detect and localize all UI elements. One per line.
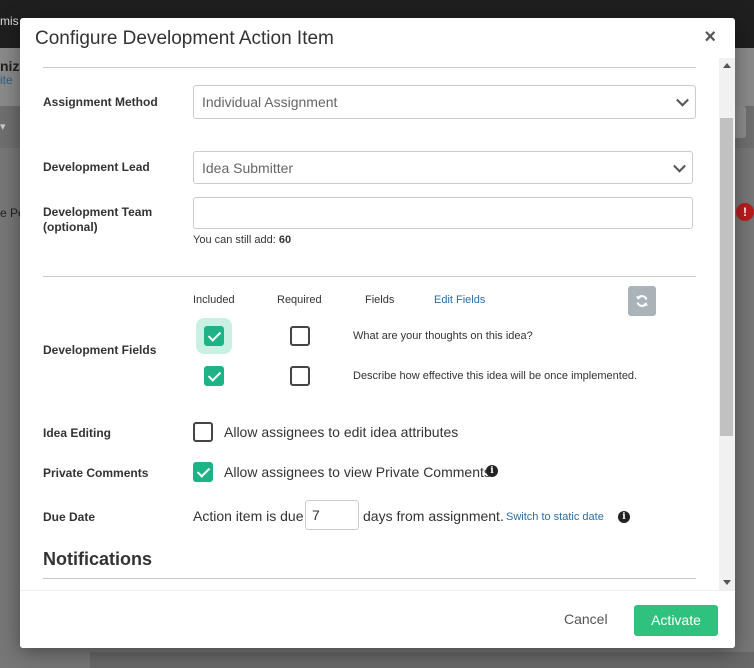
assignment-method-label: Assignment Method: [43, 95, 158, 109]
cancel-button[interactable]: Cancel: [564, 611, 608, 627]
close-icon[interactable]: ×: [704, 27, 716, 47]
field-2-required-checkbox[interactable]: [290, 366, 310, 386]
modal-footer: Cancel Activate: [20, 590, 735, 648]
col-included-header: Included: [193, 294, 235, 306]
divider: [43, 276, 696, 277]
background-link: ite: [0, 73, 13, 87]
divider: [43, 578, 696, 579]
development-team-label: Development Team (optional): [43, 205, 153, 234]
background-bottom: [90, 652, 754, 668]
scroll-down-icon[interactable]: [723, 580, 731, 585]
chevron-down-icon: [673, 159, 686, 173]
idea-editing-checkbox[interactable]: [193, 422, 213, 442]
remaining-count-text: You can still add: 60: [193, 234, 292, 246]
field-1-text: What are your thoughts on this idea?: [353, 330, 533, 342]
field-1-required-checkbox[interactable]: [290, 326, 310, 346]
idea-editing-label: Idea Editing: [43, 426, 112, 440]
assignment-method-select[interactable]: Individual Assignment: [193, 85, 696, 119]
private-comments-label: Private Comments: [43, 466, 149, 480]
modal-title: Configure Development Action Item: [35, 28, 334, 49]
error-icon: !: [736, 203, 754, 221]
activate-button[interactable]: Activate: [634, 605, 718, 636]
modal-body: Assignment Method Individual Assignment …: [20, 58, 735, 590]
configure-action-item-modal: Configure Development Action Item × Assi…: [20, 18, 735, 648]
scroll-up-icon[interactable]: [723, 63, 731, 68]
modal-header: Configure Development Action Item ×: [20, 18, 735, 58]
divider: [43, 67, 696, 68]
development-fields-label: Development Fields: [43, 343, 157, 357]
background-topbar-text: mis: [0, 14, 19, 28]
development-lead-label: Development Lead: [43, 160, 150, 174]
private-comments-checkbox[interactable]: [193, 462, 213, 482]
idea-editing-text: Allow assignees to edit idea attributes: [224, 424, 459, 440]
due-date-suffix: days from assignment.: [363, 508, 504, 524]
field-1-included-checkbox[interactable]: [204, 326, 224, 346]
due-date-label: Due Date: [43, 510, 96, 524]
due-days-input[interactable]: [305, 500, 359, 530]
private-comments-text: Allow assignees to view Private Comments: [224, 464, 491, 480]
assignment-method-value: Individual Assignment: [202, 94, 338, 110]
refresh-button[interactable]: [628, 286, 656, 316]
scrollbar[interactable]: [719, 58, 735, 590]
chevron-down-icon: [676, 93, 689, 107]
notifications-heading: Notifications: [43, 549, 153, 569]
refresh-icon: [636, 295, 648, 307]
info-icon[interactable]: i: [486, 465, 498, 477]
development-team-input[interactable]: [193, 197, 693, 229]
development-lead-value: Idea Submitter: [202, 159, 294, 176]
switch-to-static-date-link[interactable]: Switch to static date: [506, 511, 604, 523]
chevron-down-icon: ▾: [0, 121, 6, 133]
field-2-included-checkbox[interactable]: [204, 366, 224, 386]
field-2-text: Describe how effective this idea will be…: [353, 370, 638, 382]
col-required-header: Required: [277, 294, 322, 306]
info-icon[interactable]: i: [618, 511, 630, 523]
development-lead-select[interactable]: Idea Submitter: [193, 151, 693, 184]
scroll-thumb[interactable]: [720, 118, 733, 436]
edit-fields-link[interactable]: Edit Fields: [434, 294, 485, 306]
due-date-prefix: Action item is due: [193, 508, 304, 524]
col-fields-header: Fields: [365, 294, 395, 306]
